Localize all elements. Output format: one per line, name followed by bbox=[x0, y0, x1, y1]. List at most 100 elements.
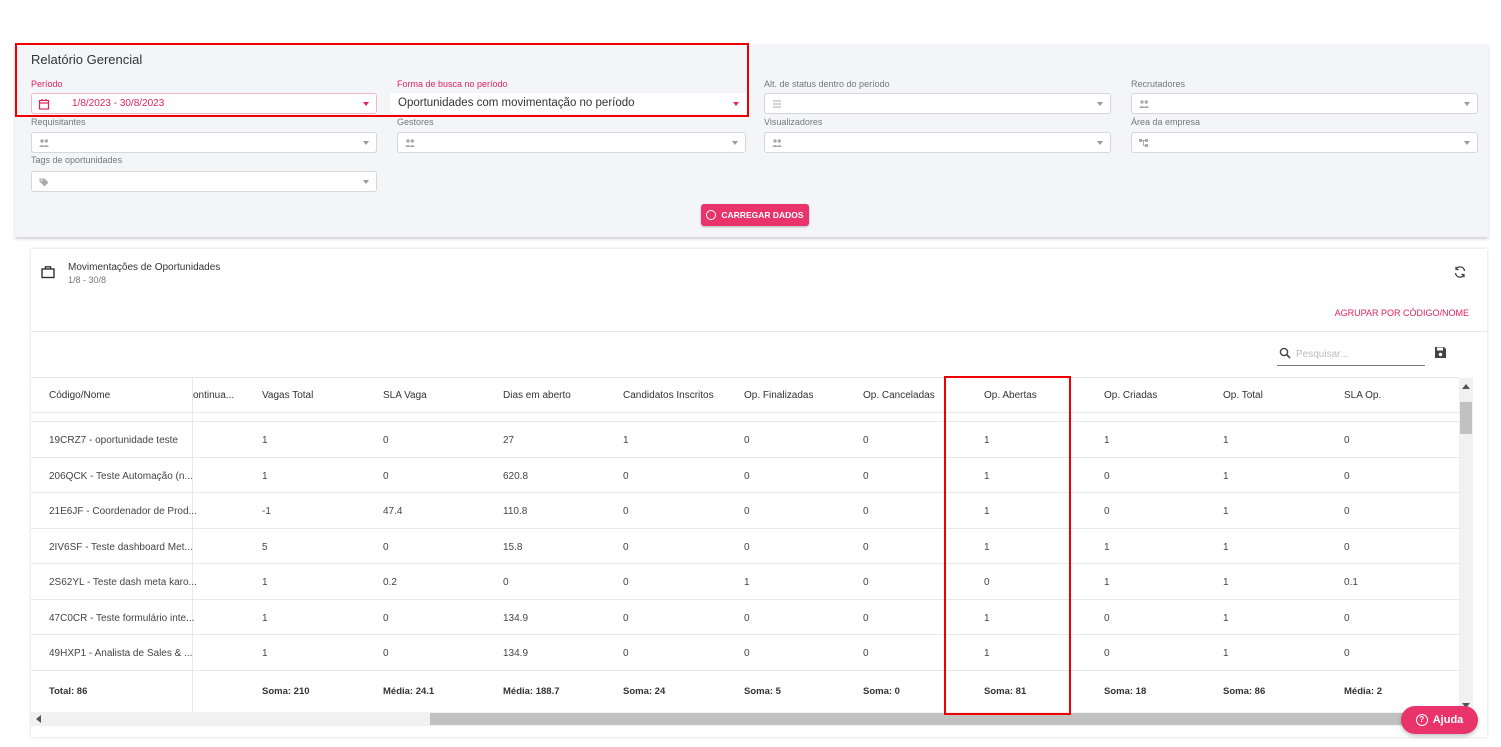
alt-status-select[interactable] bbox=[764, 93, 1111, 114]
col-header-sla-op[interactable]: SLA Op. bbox=[1344, 390, 1381, 401]
visualizadores-select[interactable] bbox=[764, 132, 1111, 153]
table-cell: 1 bbox=[1223, 612, 1229, 624]
table-cell: 47.4 bbox=[383, 506, 403, 517]
table-cell: 0 bbox=[1104, 648, 1110, 659]
table-cell: 0 bbox=[1104, 470, 1110, 482]
table-cell: 0 bbox=[383, 648, 389, 659]
help-button[interactable]: ? Ajuda bbox=[1401, 706, 1478, 734]
load-data-label: CARREGAR DADOS bbox=[721, 210, 804, 220]
table-cell-code-name: 19CRZ7 - oportunidade teste bbox=[49, 435, 178, 446]
table-cell: 0 bbox=[623, 506, 629, 517]
requisitantes-select[interactable] bbox=[31, 132, 377, 153]
search-input[interactable]: Pesquisar... bbox=[1277, 344, 1425, 366]
table-cell: 0 bbox=[1344, 506, 1350, 517]
table-cell: 1 bbox=[1223, 435, 1229, 446]
table-cell-code-name: 206QCK - Teste Automação (n... bbox=[49, 470, 193, 482]
footer-dias-aberto: Média: 188.7 bbox=[503, 686, 560, 697]
highlight-box-op-abertas bbox=[944, 376, 1071, 715]
load-data-button[interactable]: CARREGAR DADOS bbox=[701, 204, 809, 226]
table-cell: 1 bbox=[262, 612, 268, 624]
recrutadores-label: Recrutadores bbox=[1131, 79, 1186, 89]
table-cell: 0.2 bbox=[383, 577, 397, 588]
table-cell: 0 bbox=[863, 541, 869, 553]
table-cell: 0 bbox=[503, 577, 509, 588]
scroll-up-icon[interactable] bbox=[1462, 384, 1470, 389]
table-cell: 1 bbox=[1223, 470, 1229, 482]
table-cell-code-name: 21E6JF - Coordenador de Prod... bbox=[49, 506, 197, 517]
chevron-down-icon bbox=[1464, 141, 1470, 145]
people-icon bbox=[1139, 100, 1149, 108]
table-cell: 1 bbox=[262, 470, 268, 482]
table-cell: 1 bbox=[1104, 541, 1110, 553]
scroll-left-icon[interactable] bbox=[36, 715, 41, 723]
gestores-select[interactable] bbox=[397, 132, 746, 153]
footer-total: Total: 86 bbox=[49, 686, 88, 697]
gestores-label: Gestores bbox=[397, 117, 434, 127]
table-cell: 5 bbox=[262, 541, 268, 553]
requisitantes-label: Requisitantes bbox=[31, 117, 86, 127]
table-cell: 0 bbox=[863, 506, 869, 517]
tag-icon bbox=[39, 178, 49, 187]
vertical-scrollbar[interactable] bbox=[1459, 378, 1473, 712]
horizontal-scrollbar[interactable] bbox=[31, 712, 1459, 726]
table-cell: 0 bbox=[383, 541, 389, 553]
col-header-sla-vaga[interactable]: SLA Vaga bbox=[383, 390, 427, 401]
table-cell: 0 bbox=[1104, 612, 1110, 624]
chevron-down-icon bbox=[363, 180, 369, 184]
scroll-thumb[interactable] bbox=[1460, 402, 1472, 434]
people-icon bbox=[405, 139, 415, 147]
chevron-down-icon bbox=[732, 141, 738, 145]
table-cell: 0 bbox=[623, 648, 629, 659]
table-cell: 1 bbox=[1104, 577, 1110, 588]
table-cell: 0 bbox=[744, 435, 750, 446]
search-icon bbox=[1279, 347, 1291, 359]
row-divider bbox=[31, 421, 1459, 422]
col-header-op-canceladas[interactable]: Op. Canceladas bbox=[863, 390, 935, 401]
table-cell: 1 bbox=[262, 435, 268, 446]
table-cell: 0 bbox=[1344, 648, 1350, 659]
table-cell: 1 bbox=[623, 435, 629, 446]
col-header-candidatos[interactable]: Candidatos Inscritos bbox=[623, 390, 714, 401]
report-subtitle: 1/8 - 30/8 bbox=[68, 275, 107, 285]
filters-panel: Relatório Gerencial Período 1/8/2023 - 3… bbox=[15, 43, 1488, 237]
table-cell: 0 bbox=[1344, 612, 1350, 624]
col-header-codigo[interactable]: Código/Nome bbox=[49, 390, 110, 401]
footer-candidatos: Soma: 24 bbox=[623, 686, 666, 697]
save-icon[interactable] bbox=[1434, 346, 1447, 359]
group-by-code-link[interactable]: AGRUPAR POR CÓDIGO/NOME bbox=[1335, 308, 1469, 318]
chevron-down-icon bbox=[363, 141, 369, 145]
table-cell: -1 bbox=[262, 506, 271, 517]
col-header-op-finalizadas[interactable]: Op. Finalizadas bbox=[744, 390, 813, 401]
row-divider bbox=[31, 598, 1459, 600]
table-cell: 1 bbox=[262, 577, 268, 588]
col-header-continua[interactable]: ontinua... bbox=[193, 390, 234, 401]
table-cell-code-name: 2IV6SF - Teste dashboard Met... bbox=[49, 541, 193, 553]
col-header-op-total[interactable]: Op. Total bbox=[1223, 390, 1263, 401]
area-empresa-select[interactable] bbox=[1131, 132, 1478, 153]
tags-label: Tags de oportunidades bbox=[31, 155, 123, 165]
people-icon bbox=[39, 139, 49, 147]
footer-op-total: Soma: 86 bbox=[1223, 686, 1266, 697]
col-header-dias-aberto[interactable]: Dias em aberto bbox=[503, 390, 571, 401]
footer-sla-op: Média: 2 bbox=[1344, 686, 1383, 697]
chevron-down-icon bbox=[1464, 102, 1470, 106]
footer-sla-vaga: Média: 24.1 bbox=[383, 686, 435, 697]
table-cell: 134.9 bbox=[503, 648, 529, 659]
table-cell: 0 bbox=[863, 435, 869, 446]
col-header-vagas-total[interactable]: Vagas Total bbox=[262, 390, 313, 401]
table-cell: 0 bbox=[1344, 541, 1350, 553]
recrutadores-select[interactable] bbox=[1131, 93, 1478, 114]
table-cell: 0 bbox=[744, 612, 750, 624]
col-header-op-criadas[interactable]: Op. Criadas bbox=[1104, 390, 1157, 401]
table-cell: 0 bbox=[863, 648, 869, 659]
tags-select[interactable] bbox=[31, 171, 377, 192]
refresh-icon[interactable] bbox=[1453, 265, 1467, 279]
chevron-down-icon bbox=[1097, 102, 1103, 106]
people-icon bbox=[772, 139, 782, 147]
alt-status-label: Alt. de status dentro do período bbox=[764, 79, 890, 89]
table-cell: 0 bbox=[744, 648, 750, 659]
table-cell: 0 bbox=[744, 506, 750, 517]
row-divider bbox=[31, 669, 1459, 671]
table-cell: 0 bbox=[744, 470, 750, 482]
table-cell: 1 bbox=[262, 648, 268, 659]
